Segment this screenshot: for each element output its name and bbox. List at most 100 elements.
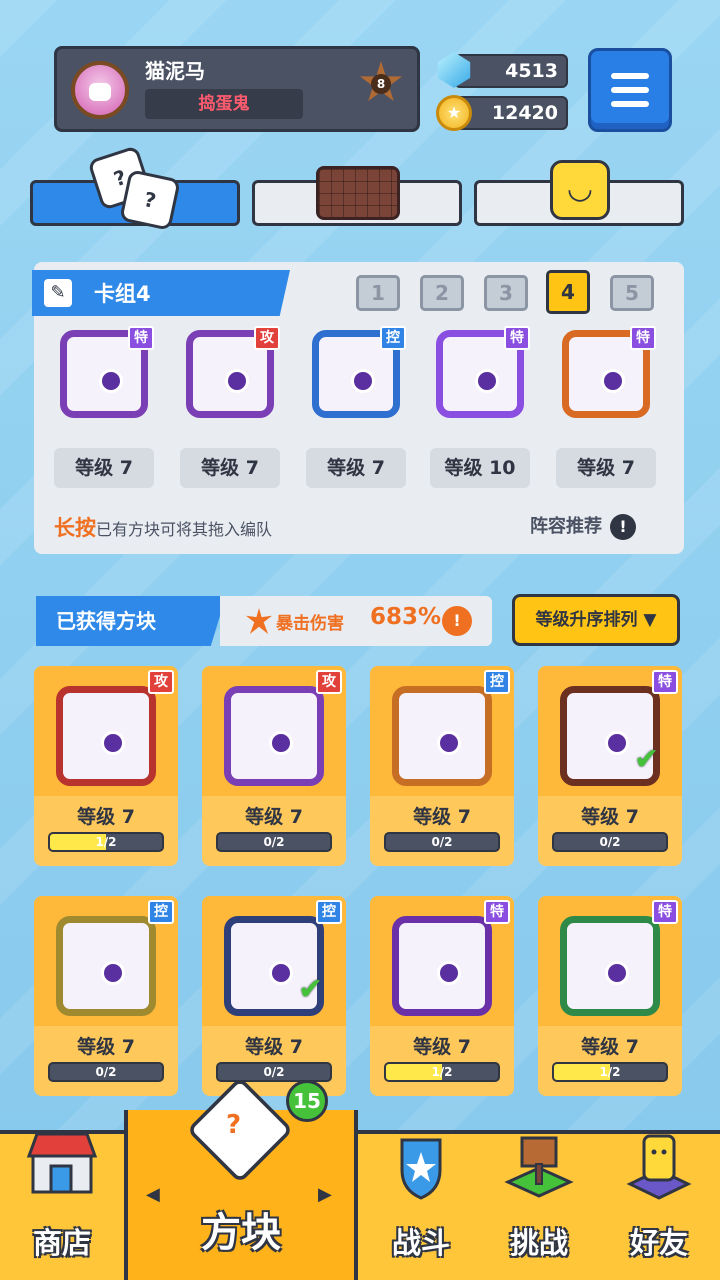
card-progress-text: 0/2 (263, 1065, 285, 1079)
card-type-tag: 特 (128, 326, 154, 350)
card-level: 等级 7 (581, 1036, 639, 1058)
card-level: 等级 7 (413, 1036, 471, 1058)
info-icon: ! (610, 514, 636, 540)
deck-card-level: 等级 7 (306, 448, 406, 488)
card-progress-text: 1/2 (431, 1065, 453, 1079)
check-icon: ✔ (298, 972, 324, 1007)
card-level: 等级 7 (245, 1036, 303, 1058)
collection-card[interactable]: 控等级 7 0/2 (34, 896, 178, 1096)
collection-card[interactable]: 控等级 7 0/2 (202, 896, 346, 1096)
menu-icon (611, 73, 649, 79)
nav-challenge[interactable]: 挑战 (480, 1130, 598, 1280)
check-icon: ✔ (634, 742, 660, 777)
card-frame (392, 686, 492, 786)
card-type-tag: 控 (380, 326, 406, 350)
card-type-tag: 特 (652, 670, 678, 694)
card-progress-text: 1/2 (95, 835, 117, 849)
card-progress-text: 1/2 (599, 1065, 621, 1079)
deck-slot-2[interactable]: 2 (420, 275, 464, 311)
challenge-sign-icon (502, 1130, 576, 1202)
card-progress-text: 0/2 (263, 835, 285, 849)
crit-value: 683% (370, 604, 442, 630)
card-level: 等级 7 (77, 806, 135, 828)
card-progress-bar: 0/2 (48, 1062, 164, 1082)
recommend-button[interactable]: 阵容推荐! (530, 512, 636, 540)
card-progress-text: 0/2 (431, 835, 453, 849)
card-level: 等级 7 (581, 806, 639, 828)
collection-card[interactable]: 攻等级 7 0/2 (202, 666, 346, 866)
card-type-tag: 控 (148, 900, 174, 924)
card-progress-bar: 0/2 (216, 1062, 332, 1082)
blocks-badge: 15 (286, 1080, 328, 1122)
rank-number: 8 (371, 74, 391, 94)
shield-sword-icon (386, 1130, 456, 1202)
card-type-tag: 攻 (254, 326, 280, 350)
deck-card-level: 等级 7 (556, 448, 656, 488)
deck-slot-3[interactable]: 3 (484, 275, 528, 311)
profile-panel[interactable]: 猫泥马 捣蛋鬼 8 (54, 46, 420, 132)
card-progress-bar: 0/2 (552, 832, 668, 852)
card-frame (56, 686, 156, 786)
deck-card[interactable]: 特 (556, 322, 656, 422)
collection-card[interactable]: 特等级 7 0/2 (538, 666, 682, 866)
nav-shop[interactable]: 商店 (0, 1130, 124, 1280)
deck-card[interactable]: 特 (54, 322, 154, 422)
menu-button[interactable] (588, 48, 672, 132)
card-progress-bar: 0/2 (384, 832, 500, 852)
nav-battle[interactable]: 战斗 (362, 1130, 480, 1280)
gem-counter: 4513 (454, 54, 568, 88)
card-level: 等级 7 (413, 806, 471, 828)
player-title: 捣蛋鬼 (145, 89, 303, 119)
deck-slot-4[interactable]: 4 (546, 270, 590, 314)
card-progress-bar: 1/2 (384, 1062, 500, 1082)
rank-badge[interactable]: 8 (359, 61, 403, 105)
card-level: 等级 7 (245, 806, 303, 828)
shop-icon (25, 1126, 99, 1196)
card-type-tag: 特 (504, 326, 530, 350)
card-frame (56, 916, 156, 1016)
deck-card-level: 等级 10 (430, 448, 530, 488)
friends-icon (624, 1130, 694, 1202)
avatar[interactable] (71, 61, 129, 119)
card-progress-bar: 1/2 (552, 1062, 668, 1082)
card-frame (224, 686, 324, 786)
collection-title: 已获得方块 (36, 596, 226, 646)
deck-title: 卡组4 (94, 282, 151, 306)
deck-card-level: 等级 7 (180, 448, 280, 488)
nav-blocks-label: 方块 (201, 1210, 281, 1256)
card-type-tag: 攻 (148, 670, 174, 694)
board-icon (316, 166, 400, 220)
card-frame (392, 916, 492, 1016)
edit-icon[interactable]: ✎ (44, 279, 72, 307)
collection-card[interactable]: 特等级 7 1/2 (538, 896, 682, 1096)
crit-damage-panel[interactable]: 暴击伤害 683% ! (220, 596, 492, 646)
card-level: 等级 7 (77, 1036, 135, 1058)
info-icon[interactable]: ! (442, 606, 472, 636)
collection-card[interactable]: 特等级 7 1/2 (370, 896, 514, 1096)
nav-friends[interactable]: 好友 (598, 1130, 720, 1280)
card-type-tag: 控 (484, 670, 510, 694)
deck-card[interactable]: 攻 (180, 322, 280, 422)
recommend-label: 阵容推荐 (530, 516, 602, 537)
nav-blocks[interactable]: 方块 (124, 1130, 358, 1280)
card-progress-bar: 0/2 (216, 832, 332, 852)
card-progress-bar: 1/2 (48, 832, 164, 852)
card-frame (560, 916, 660, 1016)
deck-header[interactable]: ✎ 卡组4 (32, 270, 290, 316)
deck-card-level: 等级 7 (54, 448, 154, 488)
card-progress-text: 0/2 (599, 835, 621, 849)
collection-card[interactable]: 控等级 7 0/2 (370, 666, 514, 866)
card-type-tag: 特 (630, 326, 656, 350)
collection-card[interactable]: 攻等级 7 1/2 (34, 666, 178, 866)
crit-label: 暴击伤害 (276, 614, 344, 634)
sort-button[interactable]: 等级升序排列 ▼ (512, 594, 680, 646)
crit-icon (246, 608, 272, 634)
card-type-tag: 特 (652, 900, 678, 924)
deck-card[interactable]: 控 (306, 322, 406, 422)
drag-hint: 长按已有方块可将其拖入编队 (54, 512, 272, 542)
deck-card[interactable]: 特 (430, 322, 530, 422)
deck-slot-5[interactable]: 5 (610, 275, 654, 311)
deck-slot-1[interactable]: 1 (356, 275, 400, 311)
nav-challenge-label: 挑战 (509, 1226, 568, 1260)
hint-strong: 长按 (54, 516, 96, 540)
